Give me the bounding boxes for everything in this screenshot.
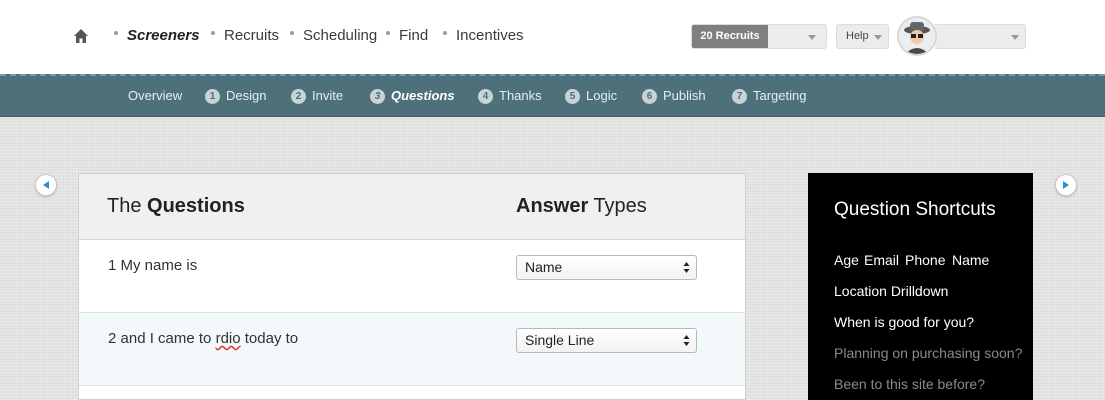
- nav-label: Screeners: [127, 27, 200, 44]
- select-updown-icon: [683, 335, 690, 346]
- step-label: Overview: [128, 88, 183, 103]
- step-overview[interactable]: Overview: [128, 88, 182, 103]
- step-label: Invite: [312, 88, 344, 103]
- nav-label: Scheduling: [303, 27, 378, 44]
- step-invite[interactable]: 2 Invite: [291, 88, 343, 105]
- nav-recruits[interactable]: Recruits: [211, 27, 279, 44]
- questions-panel: The Questions Answer Types 1 My name is …: [78, 173, 746, 400]
- answer-type-select[interactable]: Single Line: [516, 328, 697, 353]
- nav-incentives[interactable]: Incentives: [443, 27, 524, 44]
- chevron-down-icon[interactable]: [808, 35, 816, 40]
- question-number: 2: [108, 330, 117, 347]
- step-questions[interactable]: 3 Questions: [370, 88, 455, 105]
- recruits-button[interactable]: 20 Recruits: [692, 25, 768, 48]
- bullet-icon: [386, 31, 390, 36]
- shortcut-phone[interactable]: Phone: [905, 252, 945, 268]
- heading-bold: Questions: [147, 195, 245, 217]
- step-number: 6: [642, 89, 657, 104]
- step-thanks[interactable]: 4 Thanks: [478, 88, 542, 105]
- step-number: 3: [370, 89, 385, 104]
- chevron-down-icon: [874, 35, 882, 40]
- help-label: Help: [846, 30, 869, 42]
- question-label-end: today to: [240, 330, 299, 347]
- answer-types-heading: Answer Types: [516, 195, 647, 218]
- recruits-dropdown[interactable]: 20 Recruits: [691, 24, 827, 49]
- shortcut-when-is-good[interactable]: When is good for you?: [834, 314, 974, 330]
- step-bar: Overview 1 Design 2 Invite 3 Questions 4 Tha…: [0, 74, 1105, 117]
- shortcut-location-drilldown[interactable]: Location Drilldown: [834, 283, 948, 299]
- select-value: Name: [525, 259, 563, 275]
- step-design[interactable]: 1 Design: [205, 88, 266, 105]
- misspelled-word: rdio: [215, 330, 241, 347]
- shortcut-been-to-site[interactable]: Been to this site before?: [834, 376, 985, 392]
- help-dropdown[interactable]: Help: [836, 24, 889, 49]
- shortcut-planning-purchase[interactable]: Planning on purchasing soon?: [834, 345, 1022, 361]
- question-label: and I came to: [120, 330, 216, 347]
- step-number: 7: [732, 89, 747, 104]
- bullet-icon: [443, 31, 447, 36]
- questions-header: The Questions Answer Types: [79, 174, 745, 240]
- step-number: 2: [291, 89, 306, 104]
- nav-find[interactable]: Find: [386, 27, 428, 44]
- questions-heading: The Questions: [107, 195, 245, 218]
- question-row: 1 My name is Name: [79, 240, 745, 313]
- bullet-icon: [290, 31, 294, 36]
- answer-type-select[interactable]: Name: [516, 255, 697, 280]
- step-number: 1: [205, 89, 220, 104]
- step-number: 5: [565, 89, 580, 104]
- top-navigation: Screeners Recruits Scheduling Find Incen…: [0, 0, 1105, 74]
- question-text[interactable]: 2 and I came to rdio today to: [108, 330, 298, 347]
- step-publish[interactable]: 6 Publish: [642, 88, 706, 105]
- step-label: Publish: [663, 88, 706, 103]
- home-icon[interactable]: [73, 28, 89, 44]
- bullet-icon: [114, 31, 118, 36]
- shortcut-name[interactable]: Name: [952, 252, 989, 268]
- step-label: Targeting: [753, 88, 807, 103]
- arrow-left-icon[interactable]: [35, 174, 57, 196]
- step-label: Design: [226, 88, 267, 103]
- step-logic[interactable]: 5 Logic: [565, 88, 617, 105]
- select-value: Single Line: [525, 332, 595, 348]
- nav-screeners[interactable]: Screeners: [114, 27, 200, 44]
- nav-label: Find: [399, 27, 429, 44]
- heading-suffix: Types: [588, 195, 647, 217]
- shortcut-age[interactable]: Age: [834, 252, 859, 268]
- step-label: Logic: [586, 88, 618, 103]
- step-number: 4: [478, 89, 493, 104]
- nav-label: Incentives: [456, 27, 524, 44]
- nav-scheduling[interactable]: Scheduling: [290, 27, 377, 44]
- nav-label: Recruits: [224, 27, 280, 44]
- shortcuts-title: Question Shortcuts: [834, 199, 996, 220]
- select-updown-icon: [683, 262, 690, 273]
- step-targeting[interactable]: 7 Targeting: [732, 88, 806, 105]
- heading-bold: Answer: [516, 195, 589, 217]
- chevron-down-icon: [1011, 35, 1019, 40]
- question-label: My name is: [120, 257, 198, 274]
- user-menu-dropdown[interactable]: [935, 24, 1026, 49]
- step-label: Thanks: [499, 88, 542, 103]
- question-shortcuts-panel: Question Shortcuts Age Email Phone Name …: [808, 173, 1033, 400]
- arrow-right-icon[interactable]: [1055, 174, 1077, 196]
- question-row: 2 and I came to rdio today to Single Lin…: [79, 313, 745, 386]
- step-label: Questions: [391, 88, 455, 103]
- shortcut-email[interactable]: Email: [864, 252, 899, 268]
- avatar[interactable]: [897, 16, 937, 56]
- question-text[interactable]: 1 My name is: [108, 257, 197, 274]
- question-number: 1: [108, 257, 117, 274]
- bullet-icon: [211, 31, 215, 36]
- heading-prefix: The: [107, 195, 148, 217]
